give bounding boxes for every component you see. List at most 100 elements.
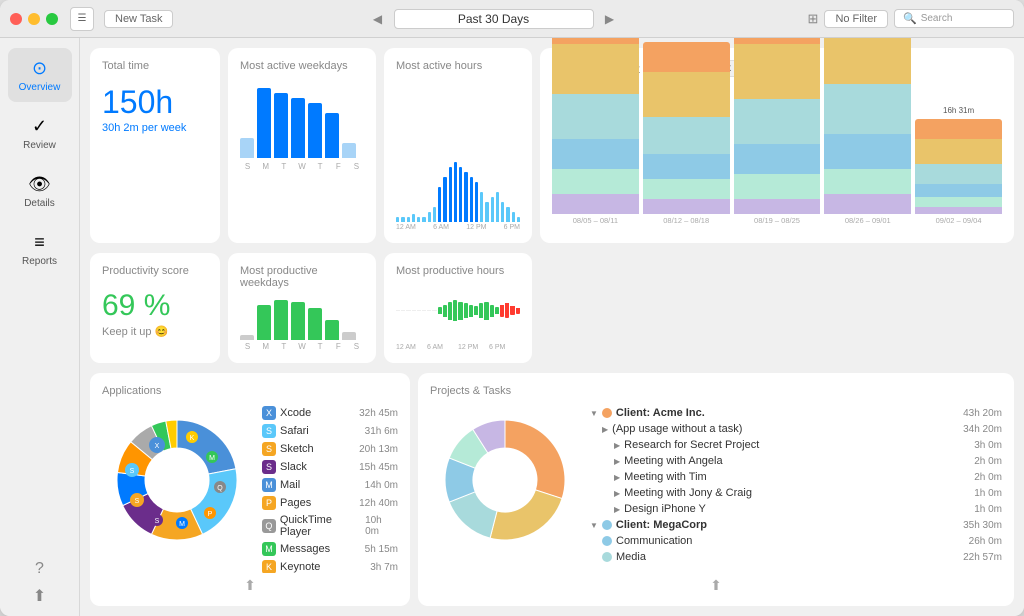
app-icon: X [262,406,276,420]
expand-icon[interactable]: ▶ [614,473,620,482]
app-time: 20h 13m [359,444,398,455]
prod-weekday-bar [325,320,339,340]
app-name-label: Safari [280,425,309,437]
total-time-card: Total time 150h 30h 2m per week [90,48,220,243]
app-donut-label: M [179,521,185,528]
app-item: X Xcode 32h 45m [262,405,398,421]
expand-icon[interactable]: ▶ [602,425,608,434]
prod-pos-bar [448,302,452,320]
stack-segment [915,119,1002,139]
weekday-label: F [331,162,345,171]
stack-label: 08/05 – 08/11 [573,216,618,225]
project-task-label: Meeting with Angela [624,455,722,467]
help-icon[interactable]: ? [35,560,44,578]
project-task-label: Design iPhone Y [624,503,706,515]
new-task-button[interactable]: New Task [104,10,173,28]
projects-share-icon[interactable]: ⬆ [430,573,1002,594]
titlebar: ☰ New Task ◀ Past 30 Days ▶ ⊞ No Filter … [0,0,1024,38]
project-time: 35h 30m [963,520,1002,531]
stack-segment [915,139,1002,164]
projects-title: Projects & Tasks [430,385,511,397]
nav-prev-button[interactable]: ◀ [368,9,388,29]
prod-hour-col [505,283,509,338]
app-icon: S [262,460,276,474]
applications-card: Applications XSSSMPQMK X Xcode 32h 45m S… [90,373,410,606]
app-name: K Keynote [262,560,320,573]
app-donut-label: M [209,455,215,462]
search-input[interactable]: 🔍 Search [894,9,1014,28]
project-name: Media [590,551,959,563]
project-task-label: Meeting with Tim [624,471,707,483]
project-time: 22h 57m [963,552,1002,563]
stack-column: 33h 5m08/05 – 08/11 [552,38,639,225]
most-productive-hours-card: Most productive hours 12 AM6 AM12 PM6 PM [384,253,532,363]
prod-pos-bar [464,303,468,318]
prod-pos-bar [490,305,494,317]
app-item: K Keynote 3h 7m [262,559,398,573]
most-productive-weekdays-card: Most productive weekdays SMTWTFS [228,253,376,363]
minimize-button[interactable] [28,13,40,25]
prod-hour-col [406,283,410,338]
project-name: ▶ Research for Secret Project [590,439,970,451]
app-donut-label: K [190,435,195,442]
app-donut-svg: XSSSMPQMK [102,405,252,555]
hour-bar [496,192,499,222]
expand-icon[interactable]: ▶ [614,489,620,498]
close-button[interactable] [10,13,22,25]
weekday-label: S [349,162,363,171]
stack-segment [824,194,911,214]
donut-segment [490,490,562,540]
app-name: S Slack [262,460,307,474]
stack-label: 08/12 – 08/18 [663,216,709,225]
prod-hour-label: 12 AM [396,344,427,351]
app-content: XSSSMPQMK X Xcode 32h 45m S Safari 31h 6… [102,405,398,573]
prod-hour-col [490,283,494,338]
prod-zero-bar [432,310,436,311]
app-icon: Q [262,519,276,533]
expand-icon[interactable]: ▶ [614,441,620,450]
sidebar-item-reports[interactable]: ≡ Reports [8,222,72,276]
stack-segment [552,194,639,214]
stack-segment [824,169,911,194]
prod-hour-col [469,283,473,338]
maximize-button[interactable] [46,13,58,25]
weekday-labels: SMTWTFS [240,162,364,171]
app-name: M Messages [262,542,330,556]
app-donut-label: S [155,518,160,525]
sidebar-item-details[interactable]: 👁 Details [8,164,72,218]
prod-hours-chart [396,283,520,342]
prod-weekday-label: T [277,342,291,351]
prod-weekday-label: T [313,342,327,351]
app-time: 32h 45m [359,408,398,419]
sidebar-bottom: ? ⬆ [33,560,46,606]
hour-bar [396,217,399,222]
project-list: ▼ Client: Acme Inc. 43h 20m ▶ (App usage… [590,405,1002,573]
sidebar-toggle-button[interactable]: ☰ [70,7,94,31]
expand-icon[interactable]: ▶ [614,457,620,466]
hour-bar [517,217,520,222]
expand-icon[interactable]: ▼ [590,521,598,530]
project-task-label: (App usage without a task) [612,423,742,435]
prod-hour-col [422,283,426,338]
expand-icon[interactable]: ▶ [614,505,620,514]
stack-segment [643,72,730,117]
hour-bar [412,214,415,222]
prod-hour-col [500,283,504,338]
share-icon[interactable]: ⬆ [33,586,46,606]
nav-bar: ◀ Past 30 Days ▶ [179,9,807,29]
prod-weekday-bar [291,302,305,340]
expand-icon[interactable]: ▼ [590,409,598,418]
nav-next-button[interactable]: ▶ [600,9,620,29]
sidebar-item-review[interactable]: ✓ Review [8,106,72,160]
prod-neg-bar [510,306,514,315]
prod-hour-col [484,283,488,338]
filter-button[interactable]: No Filter [824,10,888,28]
app-name-label: Mail [280,479,300,491]
app-share-icon[interactable]: ⬆ [102,573,398,594]
app-time: 15h 45m [359,462,398,473]
stack-segment [552,139,639,169]
sidebar-item-overview[interactable]: ⊙ Overview [8,48,72,102]
project-name: ▶ Meeting with Tim [590,471,970,483]
stack-segment [643,42,730,72]
weekday-bar [257,88,271,158]
